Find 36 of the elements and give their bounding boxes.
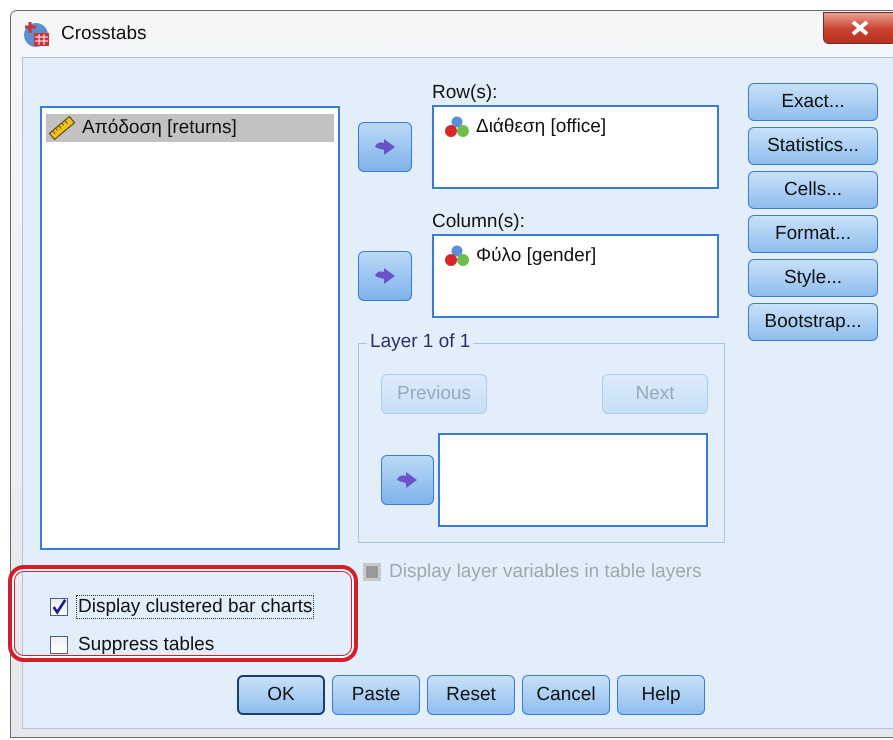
dialog-button[interactable]: Style... [748,259,878,297]
variable-item[interactable]: Απόδοση [returns] [46,114,334,142]
arrow-icon [374,138,396,156]
ruler-icon [48,116,76,140]
move-button[interactable] [358,251,412,301]
dialog-button[interactable]: Bootstrap... [748,303,878,341]
dialog-button[interactable]: Statistics... [748,127,878,165]
nominal-icon [444,115,470,139]
dialog-button[interactable]: Cells... [748,171,878,209]
rows-label: Row(s): [432,82,498,104]
columns-label: Column(s): [432,211,526,233]
dialog-button[interactable]: Paste [332,675,420,715]
close-icon [850,20,870,36]
close-button[interactable] [823,12,893,44]
nominal-icon [444,244,470,268]
dialog-button[interactable]: Format... [748,215,878,253]
layer-title: Layer 1 of 1 [367,331,474,353]
variable-item[interactable]: Διάθεση [office] [476,116,606,138]
crosstabs-icon [23,20,51,48]
variable-label: Απόδοση [returns] [82,117,237,139]
variable-item[interactable]: Φύλο [gender] [476,245,596,267]
checkbox-label: Display clustered bar charts [76,595,314,619]
dialog-button[interactable]: OK [237,675,325,715]
arrow-icon [396,471,418,489]
checkbox-label: Display layer variables in table layers [389,561,702,583]
dialog-button[interactable]: Reset [427,675,515,715]
checkbox-label: Suppress tables [77,633,216,657]
dialog-button[interactable]: Cancel [522,675,610,715]
arrow-icon [374,267,396,285]
move-button[interactable] [381,455,434,505]
dialog-button[interactable]: Exact... [748,83,878,121]
move-button[interactable] [358,122,412,172]
window-title: Crosstabs [61,23,147,45]
dialog-button[interactable]: Help [617,675,705,715]
checkbox[interactable] [50,598,68,616]
checkbox[interactable] [50,636,68,654]
